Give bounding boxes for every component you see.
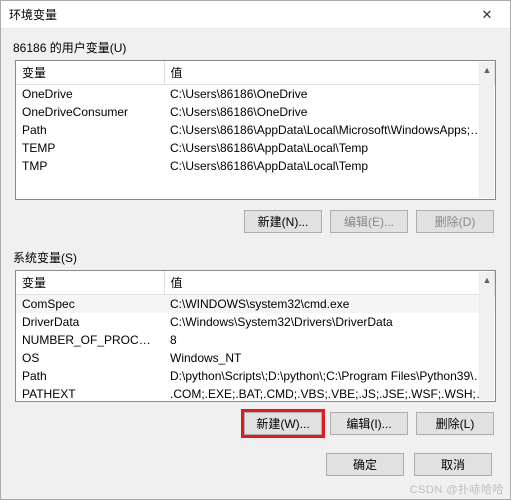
col-name[interactable]: 变量 [16, 61, 164, 85]
col-name[interactable]: 变量 [16, 271, 164, 295]
dialog-title: 环境变量 [9, 6, 57, 23]
user-edit-button[interactable]: 编辑(E)... [330, 210, 408, 233]
table-row[interactable]: PathD:\python\Scripts\;D:\python\;C:\Pro… [16, 367, 495, 385]
close-icon[interactable]: ✕ [472, 5, 502, 25]
col-value[interactable]: 值 [164, 61, 495, 85]
table-row[interactable]: OSWindows_NT [16, 349, 495, 367]
scrollbar[interactable]: ▲ [479, 62, 494, 198]
table-row[interactable]: PathC:\Users\86186\AppData\Local\Microso… [16, 121, 495, 139]
system-new-button[interactable]: 新建(W)... [244, 412, 322, 435]
ok-button[interactable]: 确定 [326, 453, 404, 476]
system-edit-button[interactable]: 编辑(I)... [330, 412, 408, 435]
scroll-up-icon[interactable]: ▲ [480, 272, 494, 287]
system-delete-button[interactable]: 删除(L) [416, 412, 494, 435]
user-vars-label: 86186 的用户变量(U) [1, 29, 510, 60]
watermark: CSDN @扑哧哈哈 [410, 481, 504, 497]
table-row[interactable]: ComSpecC:\WINDOWS\system32\cmd.exe [16, 295, 495, 314]
col-value[interactable]: 值 [164, 271, 495, 295]
table-row[interactable]: PATHEXT.COM;.EXE;.BAT;.CMD;.VBS;.VBE;.JS… [16, 385, 495, 402]
table-row[interactable]: OneDriveC:\Users\86186\OneDrive [16, 85, 495, 104]
env-vars-dialog: 环境变量 ✕ 86186 的用户变量(U) 变量 值 OneDriveC:\Us… [0, 0, 511, 500]
table-row[interactable]: TEMPC:\Users\86186\AppData\Local\Temp [16, 139, 495, 157]
cancel-button[interactable]: 取消 [414, 453, 492, 476]
user-new-button[interactable]: 新建(N)... [244, 210, 322, 233]
system-vars-table[interactable]: 变量 值 ComSpecC:\WINDOWS\system32\cmd.exe … [15, 270, 496, 402]
user-vars-buttons: 新建(N)... 编辑(E)... 删除(D) [1, 200, 510, 239]
user-vars-table[interactable]: 变量 值 OneDriveC:\Users\86186\OneDrive One… [15, 60, 496, 200]
table-row[interactable]: OneDriveConsumerC:\Users\86186\OneDrive [16, 103, 495, 121]
system-vars-label: 系统变量(S) [1, 239, 510, 270]
system-vars-buttons: 新建(W)... 编辑(I)... 删除(L) [1, 402, 510, 441]
table-row[interactable]: DriverDataC:\Windows\System32\Drivers\Dr… [16, 313, 495, 331]
table-row[interactable]: NUMBER_OF_PROCESSORS8 [16, 331, 495, 349]
titlebar: 环境变量 ✕ [1, 1, 510, 29]
table-row[interactable]: TMPC:\Users\86186\AppData\Local\Temp [16, 157, 495, 175]
user-delete-button[interactable]: 删除(D) [416, 210, 494, 233]
scroll-up-icon[interactable]: ▲ [480, 62, 494, 77]
scrollbar[interactable]: ▲ [479, 272, 494, 400]
